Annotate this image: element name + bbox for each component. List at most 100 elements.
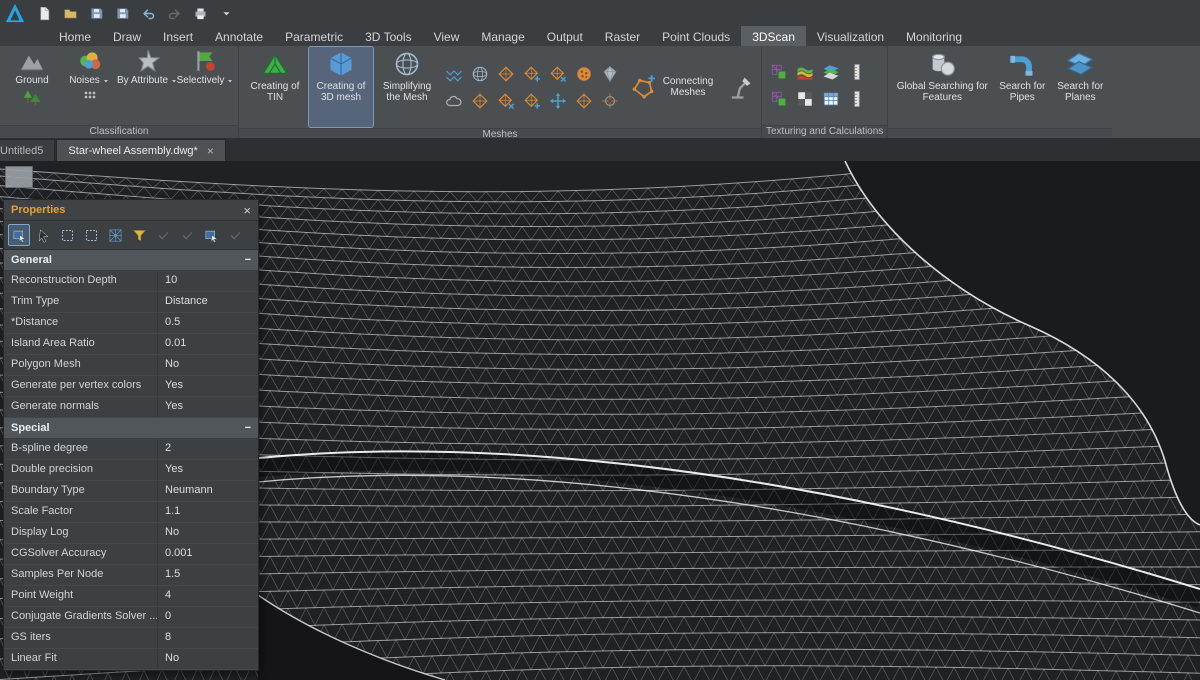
rect-marquee-button[interactable] [56,224,78,246]
gradient-mesh-button[interactable] [792,59,817,85]
new-file-button[interactable] [32,2,56,24]
polyhedron-button[interactable] [597,61,622,87]
connecting-meshes-button[interactable]: Connecting Meshes [624,57,721,117]
diamond-dashed-button[interactable] [571,88,596,114]
net-selection-button[interactable] [104,224,126,246]
cloud-button[interactable] [441,88,466,114]
ribbon-tab-manage[interactable]: Manage [470,26,535,46]
lamp-button[interactable] [723,52,757,122]
move-arrows-button[interactable] [545,88,570,114]
sphere-wire-icon [471,65,489,83]
diamond-target-button[interactable] [545,61,570,87]
viewport-control[interactable] [5,166,33,188]
ribbon-tab-point-clouds[interactable]: Point Clouds [651,26,741,46]
more-commands-button[interactable] [214,2,238,24]
ruler-marks-button[interactable] [844,59,869,85]
document-tab-untitled5[interactable]: Untitled5 [0,139,55,161]
collapse-icon[interactable]: − [245,422,251,434]
property-value[interactable]: Distance [158,292,258,312]
ribbon-tab-monitoring[interactable]: Monitoring [895,26,973,46]
checkerboard-button[interactable] [792,86,817,112]
ribbon-tab-home[interactable]: Home [48,26,102,46]
ribbon-tab-visualization[interactable]: Visualization [806,26,895,46]
property-value[interactable]: 0.01 [158,334,258,354]
noises-button[interactable]: Noises [62,48,118,122]
checkerboard-icon [796,90,814,108]
ribbon-tab-draw[interactable]: Draw [102,26,152,46]
diamond-add-button[interactable] [519,88,544,114]
section-header-special[interactable]: Special− [4,418,258,439]
print-button[interactable] [188,2,212,24]
property-value[interactable]: 1.5 [158,565,258,585]
window-selection-button[interactable] [8,224,30,246]
close-tab-icon[interactable]: × [207,145,214,157]
ribbon-tab-3d-tools[interactable]: 3D Tools [354,26,422,46]
redo-button[interactable] [162,2,186,24]
property-value[interactable]: Neumann [158,481,258,501]
confirm-selection-button[interactable] [176,224,198,246]
property-value[interactable]: 8 [158,628,258,648]
prev-selection-button[interactable] [152,224,174,246]
ground-icon [18,48,46,74]
point-sphere-button[interactable] [571,61,596,87]
diamond-remove-button[interactable] [493,88,518,114]
ribbon-tab-parametric[interactable]: Parametric [274,26,354,46]
diamond-edit-button[interactable] [493,61,518,87]
property-value[interactable]: 0.5 [158,313,258,333]
property-value[interactable]: 4 [158,586,258,606]
sphere-wire-button[interactable] [467,61,492,87]
property-value[interactable]: No [158,523,258,543]
property-value[interactable]: 1.1 [158,502,258,522]
selectively-button[interactable]: Selectively [178,48,234,122]
ribbon-tab-view[interactable]: View [423,26,471,46]
property-value[interactable]: No [158,649,258,669]
close-panel-icon[interactable]: × [243,204,251,217]
photo-mesh-button[interactable] [766,86,791,112]
cursor-select-button[interactable] [32,224,54,246]
ribbon-tab-output[interactable]: Output [536,26,594,46]
property-value[interactable]: No [158,355,258,375]
ribbon-tab-annotate[interactable]: Annotate [204,26,274,46]
gizmo-button[interactable] [597,88,622,114]
property-value[interactable]: Yes [158,460,258,480]
layer-sheets-button[interactable] [818,59,843,85]
selection-filter-button[interactable] [128,224,150,246]
group-label-texturing: Texturing and Calculations [762,125,887,138]
property-value[interactable]: 0.001 [158,544,258,564]
properties-panel-header[interactable]: Properties × [4,200,258,221]
undo-button[interactable] [136,2,160,24]
search-for-pipes-button[interactable]: Search for Pipes [994,47,1050,127]
mesh-zigzag-button[interactable] [441,61,466,87]
collapse-icon[interactable]: − [245,254,251,266]
ruler-axis-button[interactable] [844,86,869,112]
property-value[interactable]: Yes [158,397,258,417]
by-attribute-button[interactable]: By Attribute [120,48,176,122]
texture-mesh-button[interactable] [766,59,791,85]
property-value[interactable]: Yes [158,376,258,396]
diamond-button[interactable] [467,88,492,114]
ribbon-tab-3dscan[interactable]: 3DScan [741,26,806,46]
simplifying-the-mesh-button[interactable]: Simplifying the Mesh [375,47,439,127]
ribbon-tab-raster[interactable]: Raster [594,26,651,46]
clear-selection-button[interactable] [224,224,246,246]
ground-button[interactable]: Ground [4,48,60,122]
value-table-button[interactable] [818,86,843,112]
save-button[interactable] [84,2,108,24]
diamond-plus-button[interactable] [519,61,544,87]
search-for-planes-button[interactable]: Search for Planes [1052,47,1108,127]
property-value[interactable]: 0 [158,607,258,627]
box-selection-button[interactable] [200,224,222,246]
global-searching-for-features-button[interactable]: Global Searching for Features [892,47,992,127]
open-file-button[interactable] [58,2,82,24]
property-row-scale-factor: Scale Factor1.1 [4,502,258,523]
creating-of-3d-mesh-button[interactable]: Creating of 3D mesh [309,47,373,127]
save-all-button[interactable] [110,2,134,24]
meshes-tool-grid [441,61,622,114]
lasso-marquee-button[interactable] [80,224,102,246]
property-value[interactable]: 10 [158,271,258,291]
document-tab-star-wheel-assembly-dwg[interactable]: Star-wheel Assembly.dwg*× [56,139,225,161]
property-value[interactable]: 2 [158,439,258,459]
creating-of-tin-button[interactable]: Creating of TIN [243,47,307,127]
section-header-general[interactable]: General− [4,250,258,271]
ribbon-tab-insert[interactable]: Insert [152,26,204,46]
